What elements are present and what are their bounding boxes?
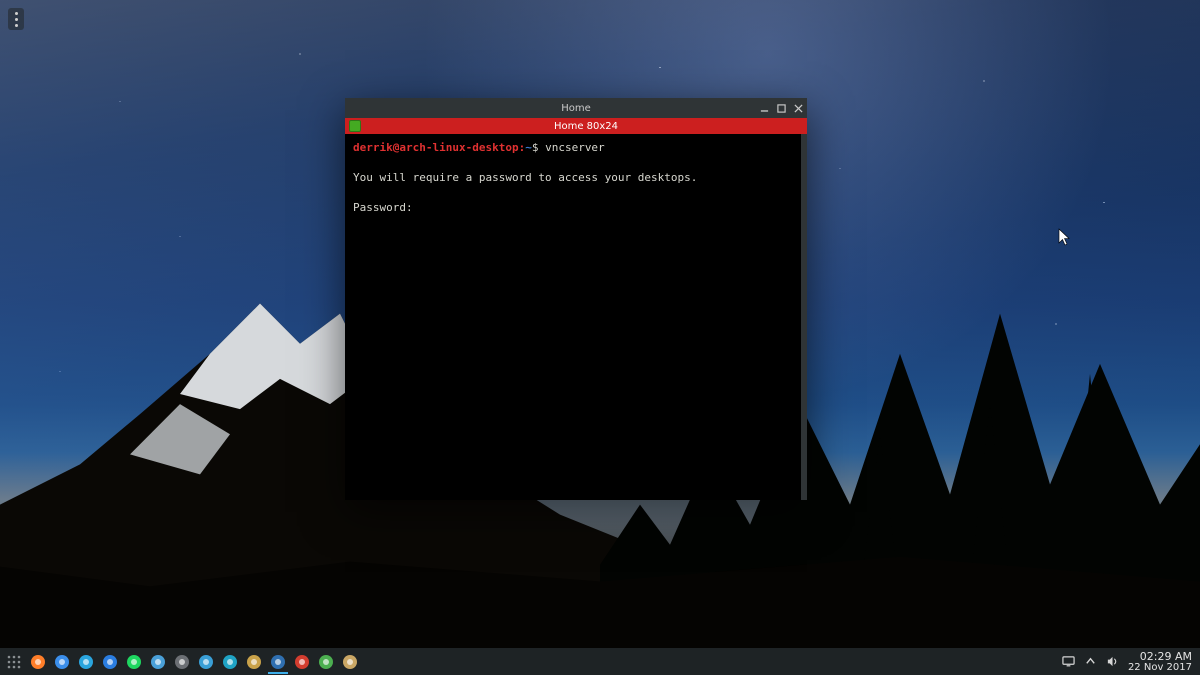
window-title: Home	[345, 103, 807, 114]
terminal-body[interactable]: derrik@arch-linux-desktop:~$ vncserver Y…	[345, 134, 807, 500]
launcher-browser-alt-icon[interactable]	[148, 652, 168, 672]
volume-icon[interactable]	[1106, 655, 1120, 669]
terminal-app-icon	[349, 120, 361, 132]
display-icon[interactable]	[1062, 655, 1076, 669]
clock-date: 22 Nov 2017	[1128, 662, 1192, 673]
terminal-tab-title: Home 80x24	[365, 121, 807, 132]
terminal-command: vncserver	[545, 141, 605, 154]
terminal-line-msg: You will require a password to access yo…	[353, 171, 697, 184]
launcher-virtualbox-icon[interactable]	[268, 652, 288, 672]
launcher-office-icon[interactable]	[292, 652, 312, 672]
launcher-utility-icon[interactable]	[244, 652, 264, 672]
taskbar-panel: 02:29 AM 22 Nov 2017	[0, 648, 1200, 675]
launcher-app-launcher-icon[interactable]	[4, 652, 24, 672]
launcher-book-icon[interactable]	[316, 652, 336, 672]
launcher-chromium-icon[interactable]	[52, 652, 72, 672]
terminal-prompt-user: derrik@arch-linux-desktop	[353, 141, 519, 154]
terminal-tabbar[interactable]: Home 80x24	[345, 118, 807, 134]
terminal-line-password: Password:	[353, 201, 413, 214]
taskbar-launchers	[0, 652, 360, 672]
launcher-steam-icon[interactable]	[172, 652, 192, 672]
clock-time: 02:29 AM	[1128, 651, 1192, 662]
launcher-mail-icon[interactable]	[100, 652, 120, 672]
launcher-kodi-icon[interactable]	[220, 652, 240, 672]
terminal-prompt-path: ~	[525, 141, 532, 154]
minimize-icon[interactable]	[759, 103, 769, 113]
launcher-spotify-icon[interactable]	[124, 652, 144, 672]
launcher-deluge-icon[interactable]	[196, 652, 216, 672]
system-tray: 02:29 AM 22 Nov 2017	[1062, 648, 1200, 675]
terminal-window: Home Home 80x24 derrik@arch-linux-deskto…	[345, 98, 807, 500]
launcher-firefox-icon[interactable]	[28, 652, 48, 672]
tray-arrow-icon[interactable]	[1084, 655, 1098, 669]
window-titlebar[interactable]: Home	[345, 98, 807, 118]
launcher-files-icon[interactable]	[340, 652, 360, 672]
launcher-telegram-icon[interactable]	[76, 652, 96, 672]
terminal-prompt-symbol: $	[532, 141, 545, 154]
close-icon[interactable]	[793, 103, 803, 113]
maximize-icon[interactable]	[776, 103, 786, 113]
desktop-menu-button[interactable]	[8, 8, 24, 30]
mouse-cursor	[1058, 228, 1072, 248]
clock[interactable]: 02:29 AM 22 Nov 2017	[1128, 651, 1192, 673]
